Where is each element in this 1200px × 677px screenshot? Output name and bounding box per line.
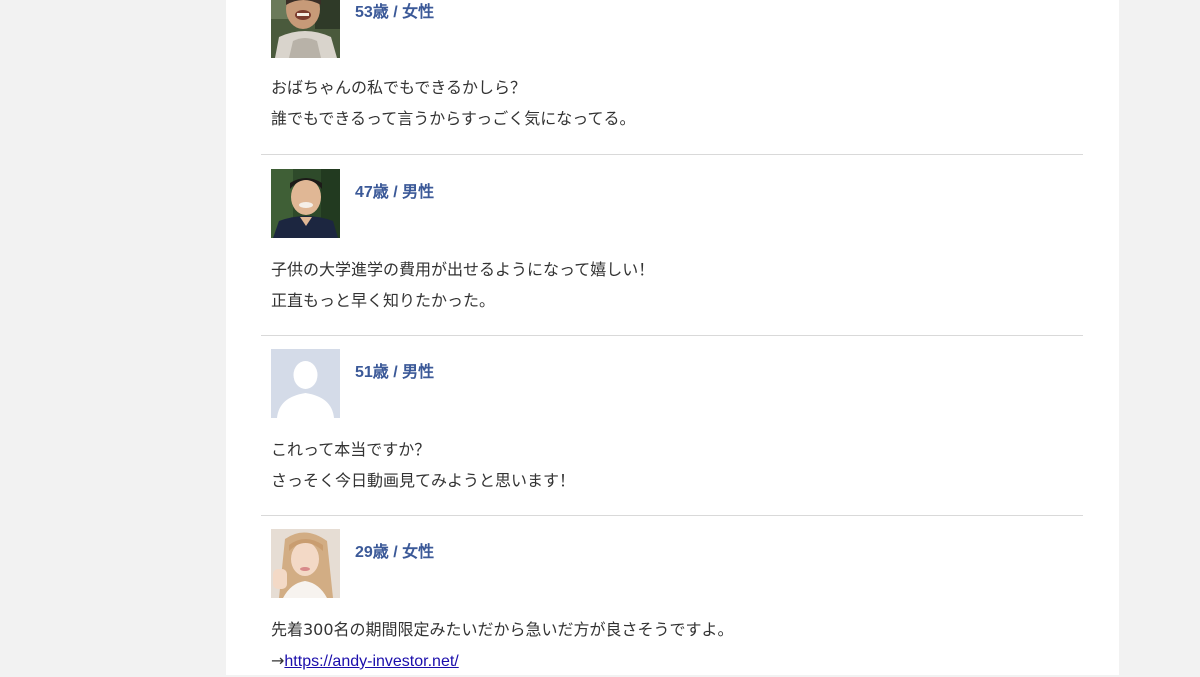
comment-line: さっそく今日動画見てみようと思います！ (271, 471, 576, 490)
arrow-icon: → (271, 651, 285, 670)
comment-line: 子供の大学進学の費用が出せるようになって嬉しい！ (271, 260, 655, 279)
avatar-photo-icon (271, 0, 340, 58)
comment-line: おばちゃんの私でもできるかしら？ (271, 78, 527, 97)
avatar[interactable] (271, 169, 340, 238)
avatar[interactable] (271, 0, 340, 58)
default-user-icon (271, 349, 340, 418)
commenter-age-gender: 47歳 / 男性 (355, 184, 435, 201)
external-link[interactable]: https://andy-investor.net/ (284, 653, 458, 670)
comment-line: 先着300名の期間限定みたいだから急いだ方が良さそうですよ。 (271, 620, 734, 639)
page-content: 53歳 / 女性 おばちゃんの私でもできるかしら？ 誰でもできるって言うからすっ… (226, 0, 1119, 675)
avatar-photo-icon (271, 529, 340, 598)
avatar-photo-icon (271, 169, 340, 238)
comment-text: 子供の大学進学の費用が出せるようになって嬉しい！ 正直もっと早く知りたかった。 (271, 254, 1071, 316)
comment-divider (261, 335, 1083, 336)
commenter-age-gender: 53歳 / 女性 (355, 4, 435, 21)
comment-text: おばちゃんの私でもできるかしら？ 誰でもできるって言うからすっごく気になってる。 (271, 72, 1071, 134)
commenter-age-gender: 51歳 / 男性 (355, 364, 435, 381)
avatar[interactable] (271, 529, 340, 598)
comment-line: 正直もっと早く知りたかった。 (271, 291, 496, 310)
commenter-age-gender: 29歳 / 女性 (355, 544, 435, 561)
comment-text: 先着300名の期間限定みたいだから急いだ方が良さそうですよ。 →https://… (271, 614, 1071, 677)
comment-line: これって本当ですか？ (271, 440, 431, 459)
comment-line: 誰でもできるって言うからすっごく気になってる。 (271, 109, 636, 128)
comment-divider (261, 515, 1083, 516)
comment-divider (261, 154, 1083, 155)
avatar[interactable] (271, 349, 340, 418)
comment-link-line: →https://andy-investor.net/ (271, 645, 1071, 677)
comment-text: これって本当ですか？ さっそく今日動画見てみようと思います！ (271, 434, 1071, 496)
